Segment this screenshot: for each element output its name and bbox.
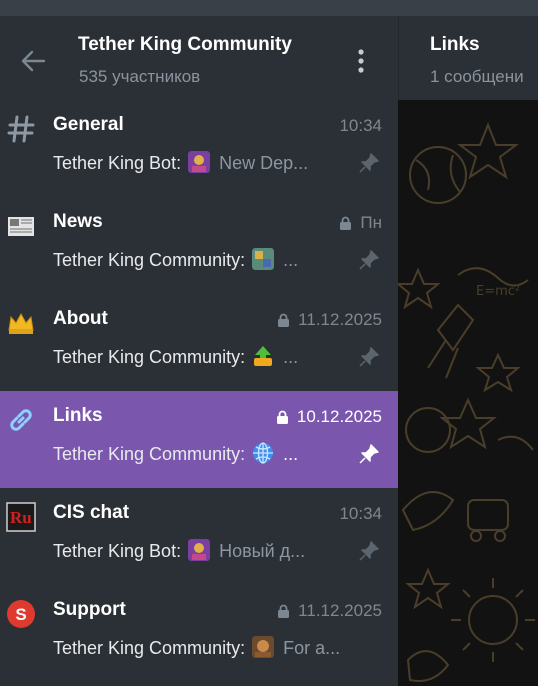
pin-icon bbox=[359, 347, 379, 367]
message-sender: Tether King Community: bbox=[53, 638, 246, 658]
window-top-strip bbox=[0, 0, 538, 16]
crown-icon bbox=[8, 312, 34, 334]
topic-name: Links bbox=[53, 405, 103, 426]
sidebar-header: Tether King Community 535 участников bbox=[0, 16, 398, 100]
support-s-icon: S bbox=[7, 600, 35, 628]
message-sender: Tether King Community: bbox=[53, 250, 246, 270]
more-vertical-icon[interactable] bbox=[350, 46, 372, 76]
chat-subtitle: 1 сообщени bbox=[430, 67, 524, 86]
lock-icon bbox=[278, 604, 290, 618]
topic-time: 10:34 bbox=[339, 116, 382, 135]
pin-icon bbox=[359, 444, 379, 464]
message-text: For a... bbox=[283, 638, 341, 658]
topic-time: 10.12.2025 bbox=[296, 407, 382, 426]
topic-last-message: Tether King Community: ... bbox=[53, 442, 343, 465]
chat-header[interactable]: Links 1 сообщени bbox=[398, 16, 538, 100]
message-text: ... bbox=[283, 347, 299, 367]
image-thumb-icon bbox=[252, 248, 275, 270]
topic-name: General bbox=[53, 114, 124, 135]
pin-icon bbox=[359, 250, 379, 270]
lock-icon bbox=[340, 216, 352, 230]
doodle-pattern: E=mc² bbox=[398, 122, 535, 682]
newspaper-icon bbox=[8, 217, 34, 236]
link-icon bbox=[10, 409, 32, 431]
message-sender: Tether King Community: bbox=[53, 347, 246, 367]
message-text: ... bbox=[283, 444, 299, 464]
message-text: ... bbox=[283, 250, 299, 270]
member-count: 535 участников bbox=[79, 67, 201, 86]
topics-sidebar: Tether King Community 535 участников Gen… bbox=[0, 16, 398, 686]
image-thumb-icon bbox=[252, 636, 275, 658]
topic-last-message: Tether King Bot: Новый д... bbox=[53, 539, 343, 562]
topic-list: General 10:34 Tether King Bot: New Dep..… bbox=[0, 100, 398, 682]
message-text: New Dep... bbox=[219, 153, 309, 173]
topic-time: 10:34 bbox=[339, 504, 382, 523]
topic-time: 11.12.2025 bbox=[298, 601, 382, 620]
topic-name: News bbox=[53, 211, 103, 232]
header-divider bbox=[398, 16, 399, 100]
globe-emoji-icon bbox=[253, 442, 274, 464]
svg-text:Ru: Ru bbox=[10, 508, 32, 527]
message-sender: Tether King Bot: bbox=[53, 541, 182, 561]
bot-avatar-icon bbox=[188, 151, 211, 173]
message-sender: Tether King Bot: bbox=[53, 153, 182, 173]
topic-links[interactable]: Links 10.12.2025 Tether King Community: … bbox=[0, 391, 398, 488]
lock-icon bbox=[278, 313, 290, 327]
bot-avatar-icon bbox=[188, 539, 211, 561]
topic-time: Пн bbox=[360, 213, 382, 232]
up-arrow-emoji-icon bbox=[254, 346, 273, 366]
topic-cis-chat[interactable]: Ru CIS chat 10:34 Tether King Bot: Новый… bbox=[0, 488, 398, 585]
back-arrow-icon[interactable] bbox=[18, 46, 48, 76]
pin-icon bbox=[359, 153, 379, 173]
message-text: Новый д... bbox=[219, 541, 306, 561]
topic-name: About bbox=[53, 308, 108, 329]
pin-icon bbox=[359, 541, 379, 561]
topic-news[interactable]: News Пн Tether King Community: ... bbox=[0, 197, 398, 294]
topic-general[interactable]: General 10:34 Tether King Bot: New Dep..… bbox=[0, 100, 398, 197]
svg-text:S: S bbox=[15, 605, 26, 624]
topic-last-message: Tether King Community: ... bbox=[53, 345, 343, 368]
topic-last-message: Tether King Community: ... bbox=[53, 248, 343, 271]
topic-support[interactable]: S Support 11.12.2025 Tether King Communi… bbox=[0, 585, 398, 682]
topic-name: CIS chat bbox=[53, 502, 130, 523]
svg-text:E=mc²: E=mc² bbox=[476, 284, 520, 299]
topic-about[interactable]: About 11.12.2025 Tether King Community: … bbox=[0, 294, 398, 391]
chat-background: E=mc² bbox=[398, 100, 538, 686]
hash-icon bbox=[7, 115, 35, 143]
message-sender: Tether King Community: bbox=[53, 444, 246, 464]
topic-name: Support bbox=[53, 599, 126, 620]
topic-time: 11.12.2025 bbox=[298, 310, 382, 329]
lock-icon bbox=[276, 410, 288, 424]
topic-last-message: Tether King Bot: New Dep... bbox=[53, 151, 343, 174]
topic-last-message: Tether King Community: For a... bbox=[53, 636, 343, 659]
chat-title: Links bbox=[430, 34, 480, 55]
group-title: Tether King Community bbox=[78, 34, 292, 55]
ru-flag-icon: Ru bbox=[6, 502, 36, 532]
